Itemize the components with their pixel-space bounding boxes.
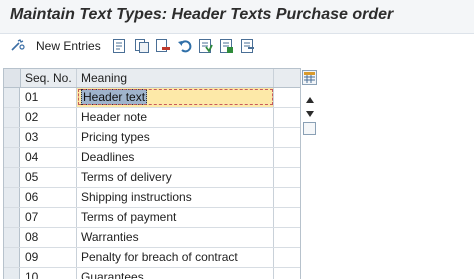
meaning-cell-input[interactable]: Pricing types: [77, 128, 274, 147]
select-all-rows-button[interactable]: [4, 69, 21, 87]
meaning-cell-input[interactable]: Guarantees: [77, 268, 274, 279]
table-row[interactable]: 04 Deadlines: [4, 148, 300, 168]
application-toolbar: New Entries: [0, 34, 474, 58]
meaning-cell-input[interactable]: Shipping instructions: [77, 188, 274, 207]
select-all-icon: [198, 38, 214, 54]
table-row[interactable]: 07 Terms of payment: [4, 208, 300, 228]
row-selector[interactable]: [4, 188, 20, 207]
glasses-change-button[interactable]: New Entries: [10, 37, 101, 55]
seq-no-cell: 01: [21, 88, 77, 107]
meaning-cell-input[interactable]: Terms of delivery: [77, 168, 274, 187]
meaning-cell-input[interactable]: Header note: [77, 108, 274, 127]
column-header-meaning[interactable]: Meaning: [77, 69, 274, 87]
row-selector[interactable]: [4, 88, 20, 107]
new-entries-label: New Entries: [36, 39, 101, 53]
undo-change-icon: [177, 38, 193, 54]
seq-no-cell: 03: [21, 128, 77, 147]
delete-button[interactable]: [155, 37, 171, 55]
table-settings-icon: [303, 71, 316, 88]
delete-icon: [155, 38, 171, 54]
row-selector[interactable]: [4, 248, 20, 267]
scroll-down-button[interactable]: [303, 106, 317, 120]
copy-as-button[interactable]: [134, 37, 150, 55]
page-title: Maintain Text Types: Header Texts Purcha…: [10, 6, 394, 23]
table-row[interactable]: 05 Terms of delivery: [4, 168, 300, 188]
meaning-cell-input[interactable]: Terms of payment: [77, 208, 274, 227]
select-all-button[interactable]: [198, 37, 214, 55]
seq-no-cell: 06: [21, 188, 77, 207]
seq-no-cell: 05: [21, 168, 77, 187]
vertical-scrollbar[interactable]: [301, 68, 319, 278]
row-selector[interactable]: [4, 208, 20, 227]
meaning-cell-input[interactable]: Penalty for breach of contract: [77, 248, 274, 267]
row-selector[interactable]: [4, 168, 20, 187]
seq-no-cell: 09: [21, 248, 77, 267]
text-types-table: Seq. No. Meaning 01 Header text 02 Heade…: [3, 68, 301, 279]
seq-no-cell: 07: [21, 208, 77, 227]
meaning-cell-input[interactable]: Deadlines: [77, 148, 274, 167]
row-selector[interactable]: [4, 108, 20, 127]
table-row[interactable]: 08 Warranties: [4, 228, 300, 248]
undo-change-button[interactable]: [177, 37, 193, 55]
selected-text: Header text: [81, 89, 148, 105]
deselect-all-icon: [240, 38, 256, 54]
scroll-thumb[interactable]: [303, 122, 316, 135]
table-row[interactable]: 09 Penalty for breach of contract: [4, 248, 300, 268]
glasses-change-icon: [10, 38, 28, 54]
meaning-cell-input[interactable]: Header text: [77, 88, 274, 107]
row-selector[interactable]: [4, 228, 20, 247]
row-selector[interactable]: [4, 128, 20, 147]
details-button[interactable]: [112, 37, 126, 55]
table-row[interactable]: 10 Guarantees: [4, 268, 300, 279]
deselect-all-button[interactable]: [240, 37, 256, 55]
seq-no-cell: 10: [21, 268, 77, 279]
select-block-icon: [219, 38, 235, 54]
copy-as-icon: [134, 38, 150, 54]
seq-no-cell: 08: [21, 228, 77, 247]
table-row[interactable]: 01 Header text: [4, 88, 300, 108]
table-settings-button[interactable]: [302, 70, 317, 85]
seq-no-cell: 04: [21, 148, 77, 167]
seq-no-cell: 02: [21, 108, 77, 127]
table-row[interactable]: 02 Header note: [4, 108, 300, 128]
row-selector[interactable]: [4, 148, 20, 167]
details-icon: [112, 38, 126, 54]
meaning-cell-input[interactable]: Warranties: [77, 228, 274, 247]
table-row[interactable]: 03 Pricing types: [4, 128, 300, 148]
table-row[interactable]: 06 Shipping instructions: [4, 188, 300, 208]
triangle-down-icon: [306, 104, 314, 122]
column-header-seq-no[interactable]: Seq. No.: [21, 69, 77, 87]
row-selector[interactable]: [4, 268, 20, 279]
title-bar: Maintain Text Types: Header Texts Purcha…: [0, 0, 474, 34]
select-block-button[interactable]: [219, 37, 235, 55]
table-header: Seq. No. Meaning: [4, 69, 300, 88]
